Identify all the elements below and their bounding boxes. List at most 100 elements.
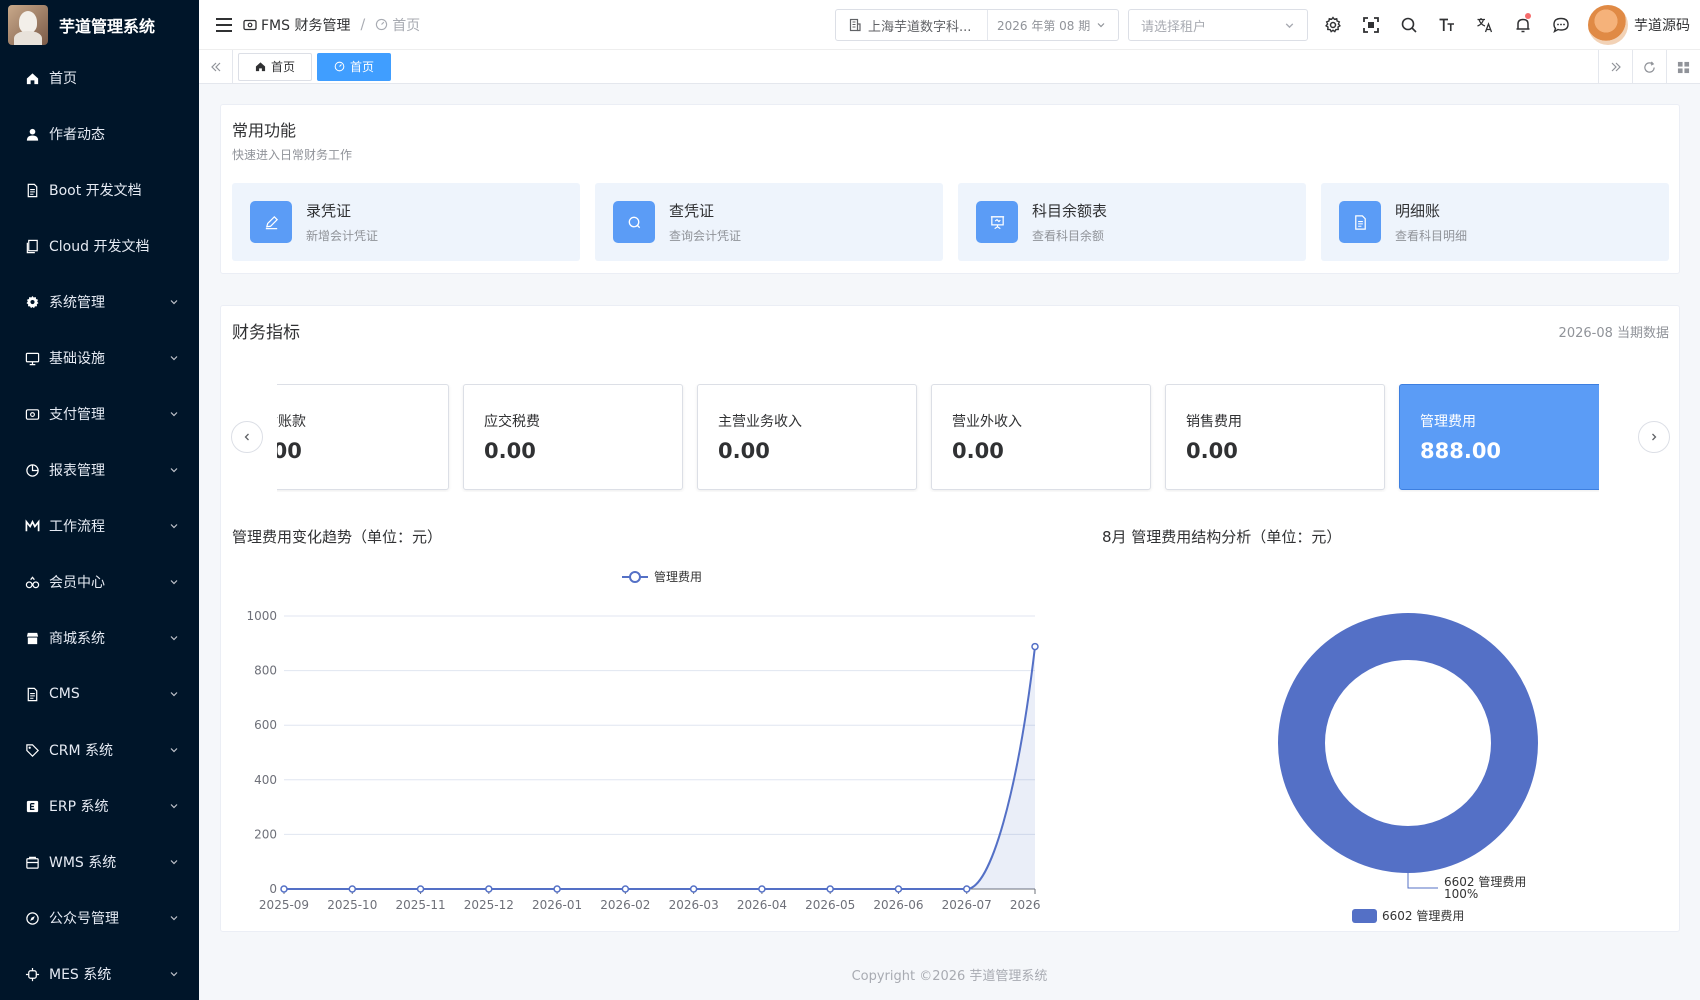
- tenant-select[interactable]: 请选择租户: [1128, 9, 1308, 41]
- sidebar-item-16[interactable]: MES 系统: [0, 946, 199, 1000]
- erp-icon: [24, 798, 40, 814]
- app-title: 芋道管理系统: [59, 17, 156, 36]
- tenant-name-text: 上海芋道数字科...: [868, 19, 972, 35]
- breadcrumb-home: 首页: [375, 15, 420, 35]
- chevron-left-icon: [244, 433, 249, 441]
- quick-item-enter-voucher[interactable]: 录凭证 新增会计凭证: [232, 183, 580, 261]
- breadcrumb: FMS 财务管理 / 首页: [243, 15, 420, 35]
- tabs-menu-button[interactable]: [1666, 50, 1700, 84]
- kpi-taxes-payable[interactable]: 应交税费 0.00: [463, 384, 683, 490]
- x-tick-label: 2025-09: [259, 898, 309, 912]
- kpi-next-button[interactable]: [1638, 421, 1670, 453]
- language-button[interactable]: [1466, 16, 1504, 34]
- fullscreen-button[interactable]: [1352, 16, 1390, 34]
- chevron-down-icon: [1097, 23, 1105, 28]
- kpi-name: 应付账款: [277, 414, 306, 430]
- chart-legend: 管理费用: [622, 569, 702, 584]
- quick-functions-title: 常用功能: [232, 121, 297, 140]
- sidebar-item-14[interactable]: WMS 系统: [0, 834, 199, 890]
- chevron-down-icon: [170, 692, 178, 697]
- quick-item-account-balance[interactable]: 科目余额表 查看科目余额: [958, 183, 1306, 261]
- dashboard-icon: [334, 61, 345, 72]
- sidebar-item-1[interactable]: 作者动态: [0, 106, 199, 162]
- kpi-name: 应交税费: [484, 414, 540, 430]
- settings-button[interactable]: [1314, 16, 1352, 34]
- sidebar: 芋道管理系统 首页作者动态 Boot 开发文档 Cloud 开发文档 系统管理基础设施…: [0, 0, 199, 1000]
- x-tick-label: 2025-10: [327, 898, 377, 912]
- chevron-down-icon: [170, 972, 178, 977]
- sidebar-item-3[interactable]: Cloud 开发文档: [0, 218, 199, 274]
- x-tick-label: 2025-11: [395, 898, 445, 912]
- sidebar-item-8[interactable]: 工作流程: [0, 498, 199, 554]
- refresh-tab-button[interactable]: [1632, 50, 1666, 84]
- tabs-tools: [1598, 50, 1700, 84]
- member-icon: [24, 574, 40, 590]
- logo-image: [8, 5, 48, 45]
- kpi-non-operating-income[interactable]: 营业外收入 0.00: [931, 384, 1151, 490]
- quick-item-detail-ledger[interactable]: 明细账 查看科目明细: [1321, 183, 1669, 261]
- sidebar-item-13[interactable]: ERP 系统: [0, 778, 199, 834]
- sidebar-item-label: 基础设施: [49, 351, 105, 367]
- breadcrumb-fms[interactable]: FMS 财务管理: [243, 15, 350, 35]
- tab-home[interactable]: 首页: [238, 52, 313, 81]
- data-point: [280, 885, 288, 893]
- period-select[interactable]: 2026 年第 08 期: [988, 17, 1106, 34]
- tenant-period-selector[interactable]: 上海芋道数字科... 2026 年第 08 期: [835, 9, 1119, 41]
- kpi-value: 0.00: [718, 439, 770, 463]
- dashboard-icon: [376, 18, 388, 31]
- quick-functions-card: 常用功能 快速进入日常财务工作 录凭证 新增会计凭证 查凭证 查询会计凭证 科目…: [220, 104, 1680, 274]
- messages-button[interactable]: [1542, 16, 1580, 34]
- building-icon: [849, 18, 861, 32]
- kpi-prev-button[interactable]: [231, 421, 263, 453]
- quick-item-query-voucher[interactable]: 查凭证 查询会计凭证: [595, 183, 943, 261]
- finance-indicators-card: 财务指标 2026-08 当期数据 应付账款 0.00 应交税费 0.00 主营…: [220, 305, 1680, 932]
- kpi-selling-expenses[interactable]: 销售费用 0.00: [1165, 384, 1385, 490]
- sidebar-item-6[interactable]: 支付管理: [0, 386, 199, 442]
- tab-fms-home[interactable]: 首页: [317, 52, 392, 81]
- tabs-scroll-left-button[interactable]: [199, 49, 233, 84]
- box-icon: [24, 854, 40, 870]
- tenant-select-placeholder: 请选择租户: [1141, 19, 1207, 35]
- logo[interactable]: 芋道管理系统: [0, 0, 199, 50]
- chevron-down-icon: [170, 804, 178, 809]
- kpi-value: 0.00: [952, 439, 1004, 463]
- workflow-icon: [24, 518, 40, 534]
- quick-functions-subtitle: 快速进入日常财务工作: [232, 148, 353, 162]
- tabs-scroll-right-button[interactable]: [1598, 50, 1632, 84]
- sidebar-item-4[interactable]: 系统管理: [0, 274, 199, 330]
- y-tick-label: 800: [254, 664, 277, 678]
- sidebar-item-9[interactable]: 会员中心: [0, 554, 199, 610]
- sidebar-item-label: CRM 系统: [49, 743, 114, 759]
- sidebar-item-12[interactable]: CRM 系统: [0, 722, 199, 778]
- sidebar-item-label: 作者动态: [49, 127, 105, 143]
- sidebar-item-0[interactable]: 首页: [0, 50, 199, 106]
- sidebar-item-15[interactable]: 公众号管理: [0, 890, 199, 946]
- sidebar-item-label: 公众号管理: [49, 911, 119, 927]
- chevron-down-icon: [170, 916, 178, 921]
- chevron-down-icon: [170, 860, 178, 865]
- search-icon: [628, 216, 640, 228]
- sidebar-item-10[interactable]: 商城系统: [0, 610, 199, 666]
- data-point: [826, 885, 834, 893]
- font-size-button[interactable]: [1428, 16, 1466, 34]
- legend-label: 管理费用: [654, 569, 702, 584]
- user-menu[interactable]: 芋道源码: [1588, 5, 1690, 45]
- kpi-management-expenses[interactable]: 管理费用 888.00: [1399, 384, 1599, 490]
- legend-marker: [629, 571, 641, 583]
- menu-toggle-button[interactable]: [205, 17, 243, 32]
- trend-chart-title: 管理费用变化趋势（单位：元）: [232, 528, 443, 546]
- kpi-accounts-payable[interactable]: 应付账款 0.00: [277, 384, 449, 490]
- notifications-button[interactable]: [1504, 13, 1542, 34]
- kpi-main-business-revenue[interactable]: 主营业务收入 0.00: [697, 384, 917, 490]
- x-tick-label: 2026-04: [737, 898, 787, 912]
- sidebar-item-5[interactable]: 基础设施: [0, 330, 199, 386]
- data-point: [485, 885, 493, 893]
- sidebar-item-11[interactable]: CMS: [0, 666, 199, 722]
- pie-slice-percent: 100%: [1444, 887, 1478, 901]
- tenant-name[interactable]: 上海芋道数字科...: [836, 10, 988, 40]
- sidebar-item-7[interactable]: 报表管理: [0, 442, 199, 498]
- sidebar-item-2[interactable]: Boot 开发文档: [0, 162, 199, 218]
- quick-item-name: 科目余额表: [1032, 202, 1108, 220]
- search-button[interactable]: [1390, 16, 1428, 34]
- kpi-value: 888.00: [1420, 439, 1502, 463]
